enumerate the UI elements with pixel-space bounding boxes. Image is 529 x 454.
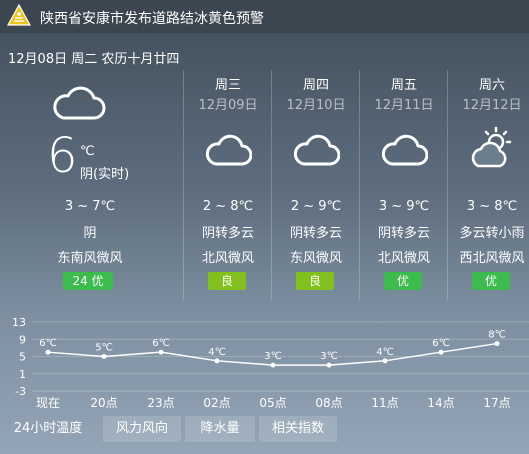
data-point <box>326 362 332 368</box>
y-tick-label: 5 <box>19 351 26 364</box>
aqi-badge[interactable]: 良 <box>296 272 334 290</box>
data-label: 4℃ <box>376 347 394 358</box>
y-tick-label: 1 <box>19 368 26 381</box>
y-tick-label: 9 <box>19 333 26 346</box>
aqi-badge[interactable]: 优 <box>472 272 510 290</box>
current-condition: 阴(实时) <box>80 167 130 182</box>
tab-precipitation[interactable]: 降水量 <box>185 416 255 442</box>
cloudy-icon <box>205 134 252 166</box>
temperature-range: 2 ~ 9℃ <box>290 199 342 214</box>
data-label: 3℃ <box>320 351 338 362</box>
current-temperature: 6 <box>47 128 78 184</box>
current-date: 12月08日 周二 农历十月廿四 <box>8 52 180 67</box>
data-point <box>438 349 444 355</box>
forecast-day[interactable]: 周三 12月09日 2 ~ 8℃ 阴转多云 北风微风 良 <box>183 70 272 300</box>
forecast-day[interactable]: 周四 12月10日 2 ~ 9℃ 阴转多云 东风微风 良 <box>271 70 360 300</box>
x-tick-label: 11点 <box>371 396 398 410</box>
aqi-badge[interactable]: 优 <box>384 272 422 290</box>
data-point <box>45 349 51 355</box>
data-point <box>101 354 107 359</box>
forecast-date: 12月10日 <box>286 98 346 113</box>
weather-text: 多云转小雨 <box>459 226 525 241</box>
weather-widget: 陕西省安康市发布道路结冰黄色预警 12月08日 周二 农历十月廿四 6 ℃ 阴(… <box>0 0 529 454</box>
data-label: 4℃ <box>208 347 226 358</box>
weather-text: 阴转多云 <box>201 226 254 241</box>
data-point <box>214 358 220 364</box>
forecast-weekday: 周六 <box>478 78 505 93</box>
forecast-weekday: 周三 <box>214 78 241 93</box>
data-point <box>494 341 500 347</box>
data-label: 5℃ <box>95 343 113 354</box>
x-tick-label: 现在 <box>36 396 60 410</box>
wind-text: 西北风微风 <box>459 251 525 266</box>
y-tick-label: -3 <box>15 385 26 398</box>
hourly-temperature-chart: 13 9 5 1 -3 6℃ 现在 5℃ 20点 6℃ 23点 4℃ 02点 3℃ 05点 3℃ 08点 4℃ 11… <box>0 305 529 416</box>
tab-wind[interactable]: 风力风向 <box>103 416 181 442</box>
aqi-badge[interactable]: 24 优 <box>63 272 113 290</box>
cloudy-icon <box>53 86 106 120</box>
data-point <box>270 362 276 368</box>
data-label: 6℃ <box>152 338 170 349</box>
cloudy-icon <box>293 134 340 166</box>
x-tick-label: 23点 <box>147 396 174 410</box>
weather-text: 阴转多云 <box>289 226 342 241</box>
tab-indices[interactable]: 相关指数 <box>259 416 337 442</box>
alert-text[interactable]: 陕西省安康市发布道路结冰黄色预警 <box>40 8 264 28</box>
forecast-weekday: 周四 <box>302 78 329 93</box>
forecast-date: 12月09日 <box>198 98 258 113</box>
y-tick-label: 13 <box>12 316 26 329</box>
x-tick-label: 17点 <box>483 396 510 410</box>
temperature-range: 3 ~ 8℃ <box>466 199 518 214</box>
temperature-range: 2 ~ 8℃ <box>202 199 254 214</box>
aqi-badge[interactable]: 良 <box>208 272 246 290</box>
x-tick-label: 08点 <box>315 396 342 410</box>
data-label: 6℃ <box>39 338 57 349</box>
wind-text: 北风微风 <box>201 251 254 266</box>
x-tick-label: 02点 <box>203 396 230 410</box>
forecast-date: 12月12日 <box>462 98 522 113</box>
temperature-unit: ℃ <box>80 144 95 159</box>
wind-text: 东南风微风 <box>57 251 123 266</box>
data-point <box>158 349 164 355</box>
alert-bar[interactable]: 陕西省安康市发布道路结冰黄色预警 <box>0 0 529 33</box>
forecast-date: 12月11日 <box>374 98 434 113</box>
data-label: 6℃ <box>432 338 450 349</box>
ice-warning-icon <box>7 4 31 26</box>
data-label: 3℃ <box>264 351 282 362</box>
temperature-range: 3 ~ 9℃ <box>378 199 430 214</box>
data-point <box>382 358 388 364</box>
temperature-range: 3 ~ 7℃ <box>64 199 116 214</box>
wind-text: 东风微风 <box>289 251 342 266</box>
cloudy-icon <box>381 134 428 166</box>
data-label: 8℃ <box>488 330 506 341</box>
forecast-day[interactable]: 周六 12月12日 3 ~ 8℃ 多云转小雨 西北风微风 优 <box>447 70 529 300</box>
forecast-weekday: 周五 <box>390 78 417 93</box>
partly-cloudy-icon <box>471 126 512 168</box>
x-tick-label: 05点 <box>259 396 286 410</box>
weather-text: 阴转多云 <box>377 226 430 241</box>
today-panel: 6 ℃ 阴(实时) 3 ~ 7℃ 阴 东南风微风 24 优 <box>0 70 180 300</box>
forecast-day[interactable]: 周五 12月11日 3 ~ 9℃ 阴转多云 北风微风 优 <box>359 70 448 300</box>
x-tick-label: 20点 <box>90 396 117 410</box>
chart-tabs: 24小时温度 风力风向 降水量 相关指数 <box>0 416 529 454</box>
temperature-line-chart: 13 9 5 1 -3 6℃ 现在 5℃ 20点 6℃ 23点 4℃ 02点 3℃ 05点 3℃ 08点 4℃ 11… <box>12 316 529 410</box>
wind-text: 北风微风 <box>377 251 430 266</box>
tab-24h-temperature[interactable]: 24小时温度 <box>0 416 96 442</box>
x-tick-label: 14点 <box>427 396 454 410</box>
weather-text: 阴 <box>83 226 97 241</box>
